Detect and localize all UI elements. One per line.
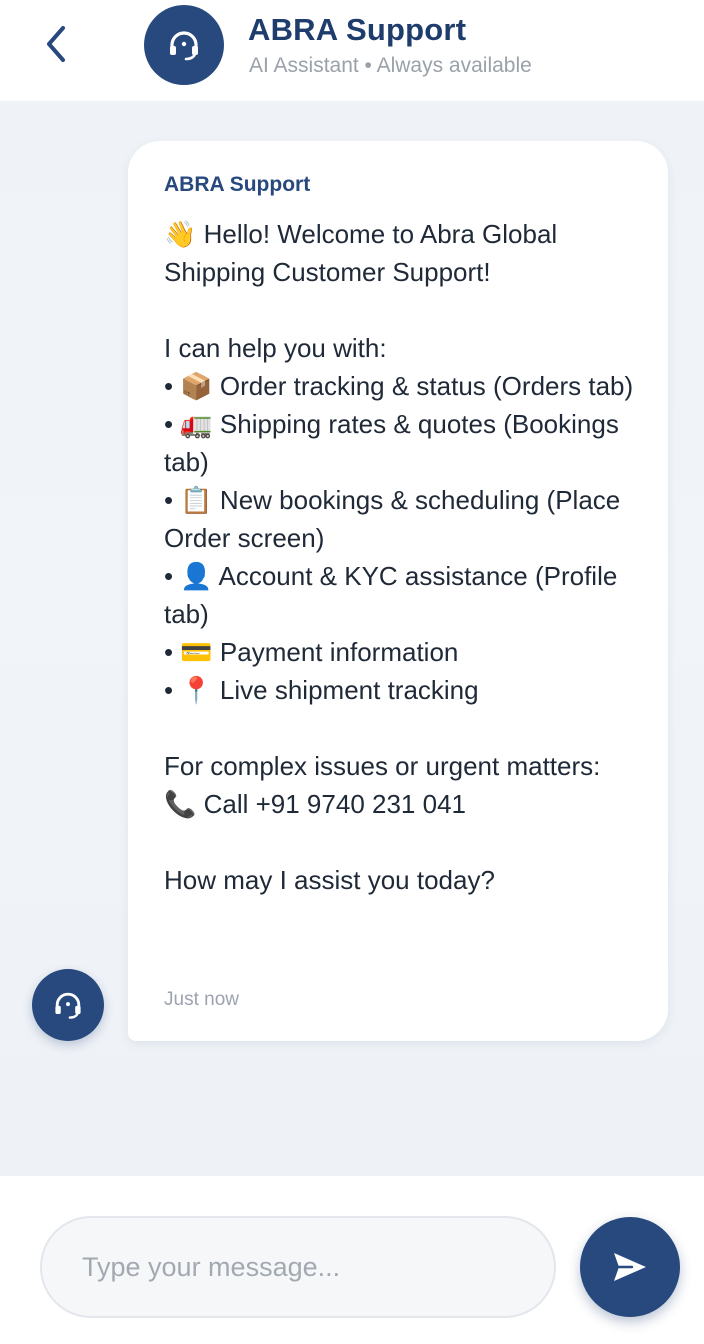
message-bubble: ABRA Support 👋 Hello! Welcome to Abra Gl… xyxy=(128,141,668,1041)
support-avatar xyxy=(144,5,224,85)
assistant-avatar xyxy=(32,969,104,1041)
headset-icon xyxy=(170,31,198,61)
back-button[interactable] xyxy=(30,18,82,70)
headset-icon xyxy=(55,992,81,1019)
message-sender: ABRA Support xyxy=(164,173,311,196)
message-text: 👋 Hello! Welcome to Abra Global Shipping… xyxy=(164,219,634,895)
page-subtitle: AI Assistant • Always available xyxy=(249,54,532,77)
send-button[interactable] xyxy=(580,1217,680,1317)
message-timestamp: Just now xyxy=(164,989,239,1010)
page-title: ABRA Support xyxy=(248,12,467,47)
send-icon xyxy=(614,1253,646,1281)
composer-bar xyxy=(0,1176,704,1344)
chat-header: ABRA Support AI Assistant • Always avail… xyxy=(0,0,704,101)
message-input[interactable] xyxy=(40,1216,556,1318)
chevron-left-icon xyxy=(47,26,65,62)
